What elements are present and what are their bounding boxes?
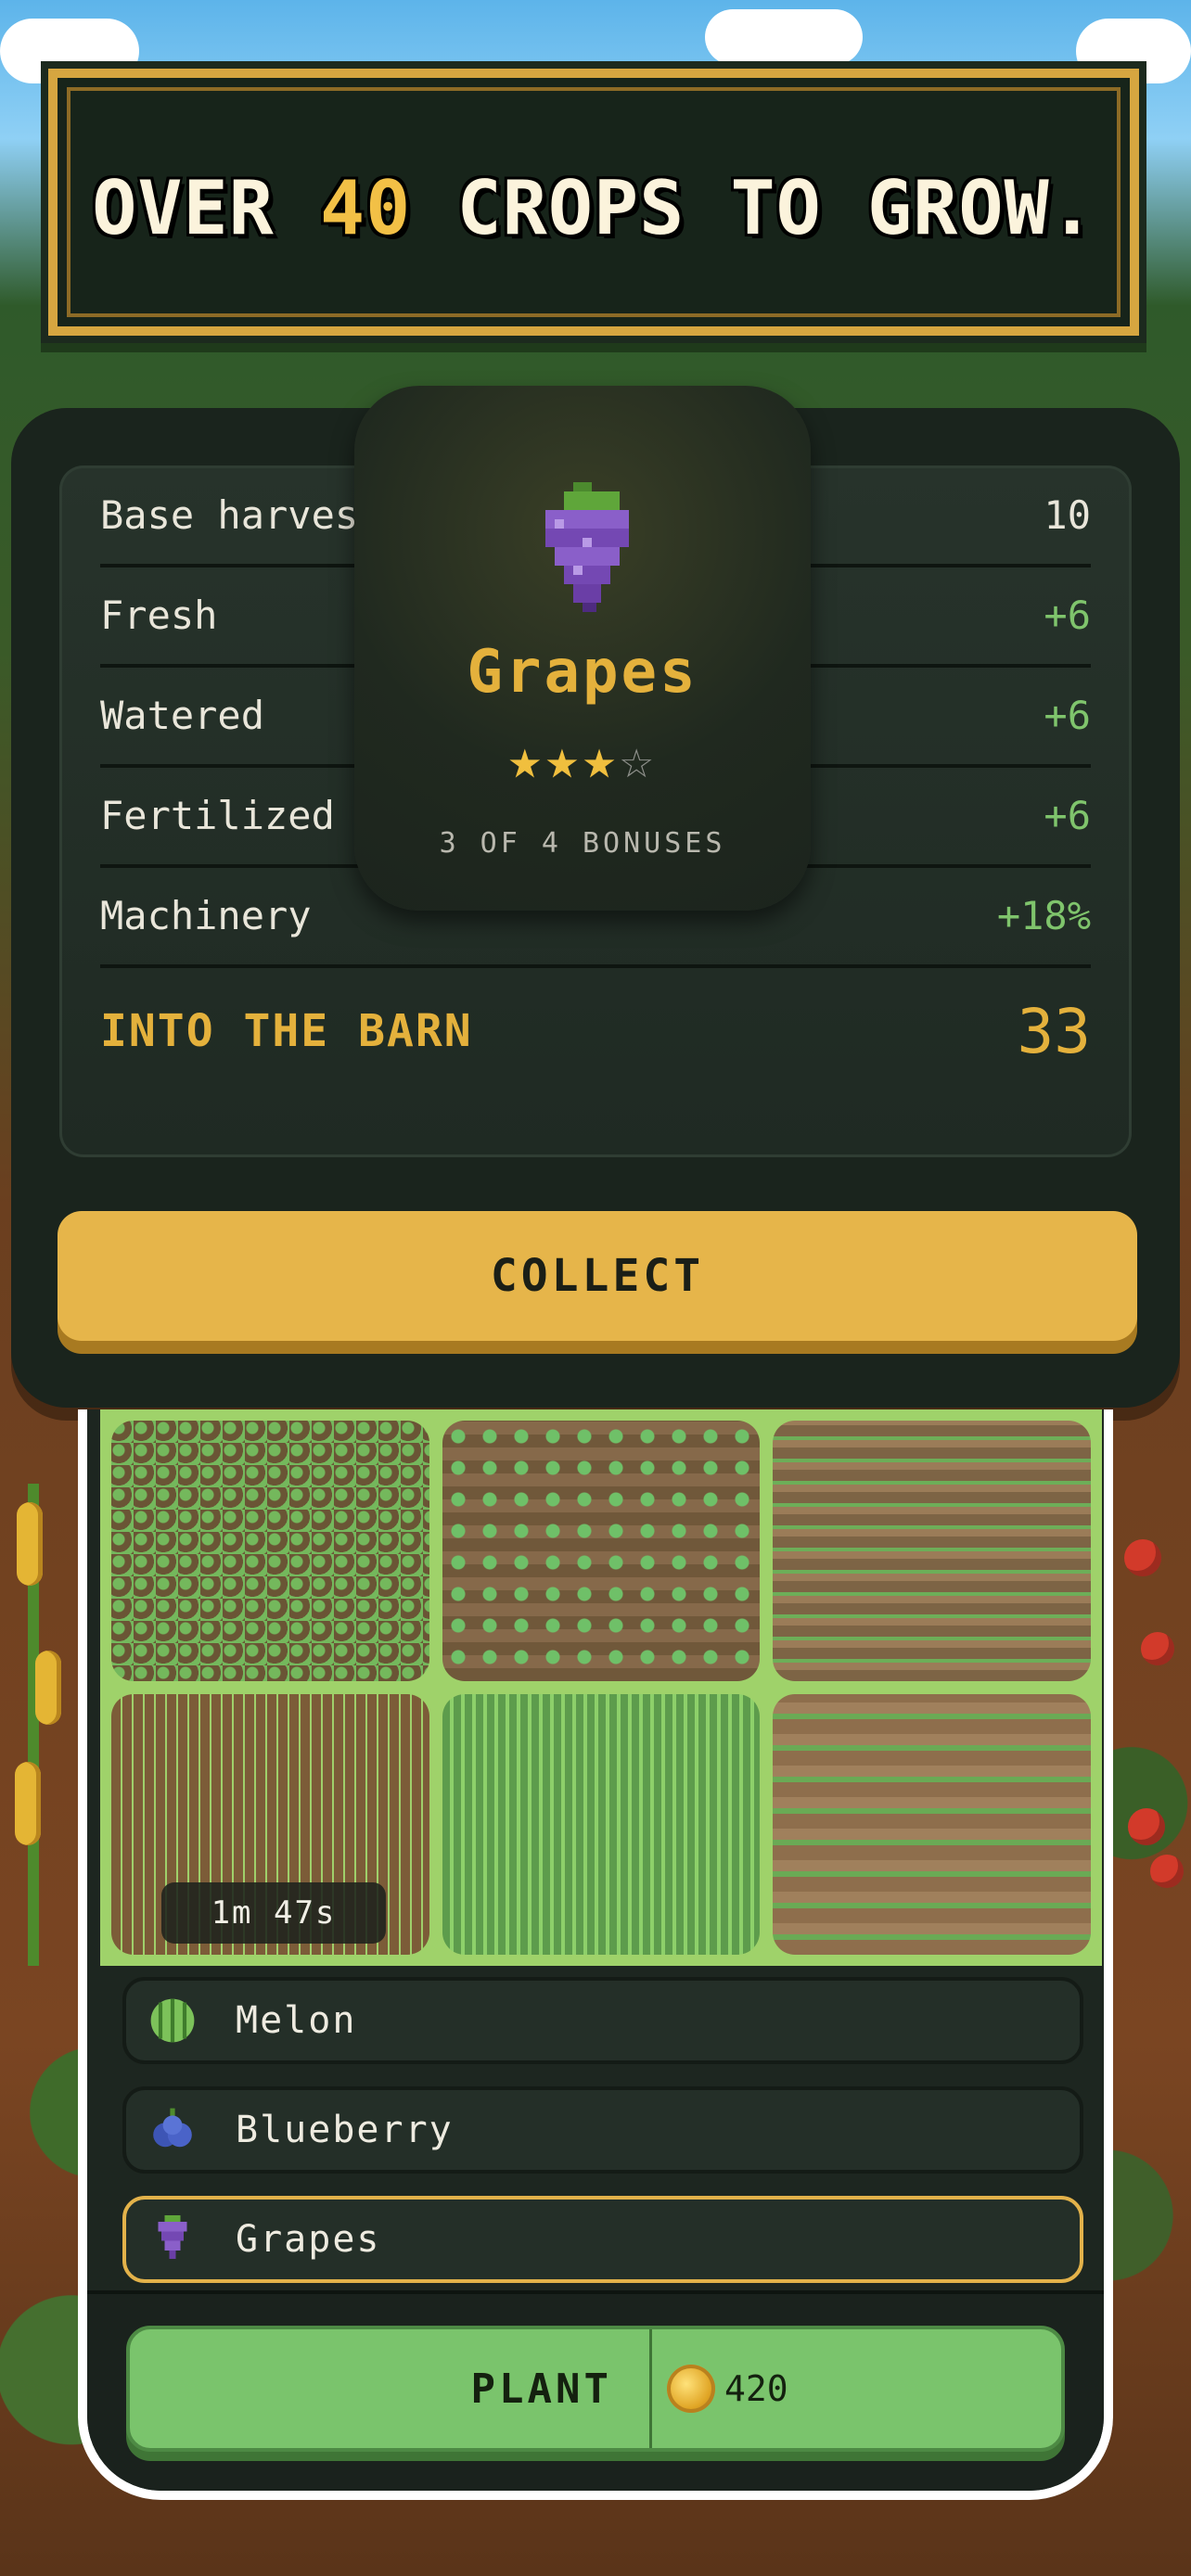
farm-plots-grid: 1m 47s (100, 1409, 1102, 1966)
bonuses-count: 3 OF 4 BONUSES (439, 827, 726, 860)
star-filled-icon: ★ (507, 727, 545, 792)
harvest-row-label: Base harvest (100, 491, 382, 538)
plant-label: PLANT (130, 2329, 652, 2448)
corn-cob (17, 1502, 43, 1586)
plant-cost-value: 420 (724, 2368, 788, 2409)
farm-plot[interactable] (442, 1421, 761, 1681)
farm-plot[interactable] (442, 1694, 761, 1955)
blueberry-icon (147, 2104, 198, 2156)
crop-card: Grapes ★★★☆ 3 OF 4 BONUSES (354, 386, 811, 911)
grapes-icon (545, 482, 629, 612)
crop-option-label: Grapes (236, 2218, 381, 2261)
harvest-total-value: 33 (1017, 995, 1091, 1067)
crop-name: Grapes (467, 638, 698, 707)
tomato (1141, 1632, 1174, 1665)
corn-cob (35, 1651, 61, 1725)
collect-button[interactable]: COLLECT (58, 1211, 1137, 1341)
tomato (1150, 1855, 1184, 1888)
harvest-total-row: INTO THE BARN 33 (100, 966, 1091, 1096)
plant-bar: PLANT 420 (87, 2290, 1104, 2491)
crop-option-melon[interactable]: Melon (122, 1977, 1083, 2064)
harvest-row-value: +6 (1044, 592, 1091, 638)
harvest-row-label: Machinery (100, 892, 312, 938)
grapes-icon (147, 2213, 198, 2265)
harvest-row-value: +18% (996, 892, 1091, 938)
harvest-row-value: +6 (1044, 792, 1091, 838)
harvest-total-label: INTO THE BARN (100, 1005, 473, 1057)
melon-icon (147, 1995, 198, 2047)
corn-cob (15, 1762, 41, 1845)
coin-icon (667, 2365, 715, 2413)
crop-option-label: Blueberry (236, 2109, 454, 2151)
crop-option-grapes[interactable]: Grapes (122, 2196, 1083, 2283)
rating-stars: ★★★☆ (354, 727, 811, 792)
banner-suffix: CROPS TO GROW. (456, 165, 1095, 251)
tomato (1128, 1808, 1165, 1845)
star-filled-icon: ★ (583, 727, 621, 792)
star-empty-icon: ☆ (620, 727, 658, 792)
cloud (705, 9, 863, 65)
crop-selector-list: Melon Blueberry Grapes (122, 1977, 1083, 2305)
harvest-row-label: Fresh (100, 592, 218, 638)
banner-headline: OVER 40 CROPS TO GROW. (58, 165, 1130, 251)
harvest-row-value: +6 (1044, 692, 1091, 738)
promo-banner: OVER 40 CROPS TO GROW. (48, 69, 1139, 336)
crop-option-label: Melon (236, 1999, 357, 2042)
banner-prefix: OVER (92, 165, 275, 251)
farm-plot[interactable]: 1m 47s (111, 1694, 429, 1955)
plant-cost: 420 (652, 2329, 788, 2448)
farm-plot[interactable] (111, 1421, 429, 1681)
star-filled-icon: ★ (544, 727, 583, 792)
harvest-row-label: Fertilized (100, 792, 335, 838)
farm-plot[interactable] (773, 1694, 1091, 1955)
growth-timer: 1m 47s (161, 1882, 386, 1944)
banner-highlight: 40 (320, 165, 412, 251)
harvest-row-value: 10 (1044, 491, 1091, 538)
farm-panel: 1m 47s Melon Blueberry Grapes PLANT 420 (78, 1409, 1113, 2500)
plant-button[interactable]: PLANT 420 (126, 2326, 1065, 2452)
tomato (1124, 1539, 1161, 1576)
crop-option-blueberry[interactable]: Blueberry (122, 2086, 1083, 2174)
farm-plot[interactable] (773, 1421, 1091, 1681)
harvest-row-label: Watered (100, 692, 265, 738)
